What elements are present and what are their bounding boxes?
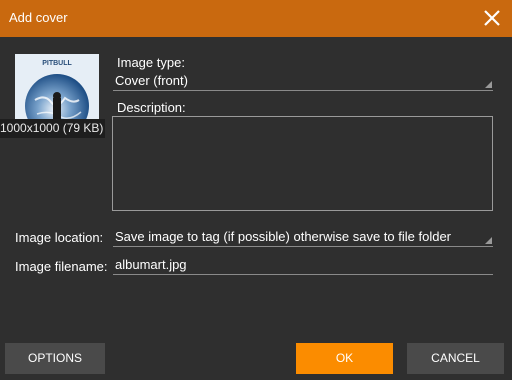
close-icon [484, 10, 500, 26]
description-textarea[interactable] [112, 116, 493, 211]
options-button[interactable]: OPTIONS [5, 343, 105, 374]
image-location-label: Image location: [15, 230, 104, 245]
dropdown-arrow-icon [485, 237, 492, 244]
image-filename-label: Image filename: [15, 259, 108, 274]
image-type-select[interactable]: Cover (front) [113, 71, 493, 91]
image-filename-value: albumart.jpg [115, 257, 187, 272]
cover-size-text: 1000x1000 (79 KB) [0, 121, 104, 135]
dropdown-arrow-icon [485, 81, 492, 88]
image-type-label: Image type: [117, 55, 185, 70]
image-location-select[interactable]: Save image to tag (if possible) otherwis… [113, 227, 493, 247]
dialog-title: Add cover [9, 10, 68, 25]
image-location-value: Save image to tag (if possible) otherwis… [115, 229, 452, 244]
image-type-value: Cover (front) [115, 73, 188, 88]
cancel-button[interactable]: CANCEL [407, 343, 504, 374]
album-title-text: PITBULL [42, 60, 72, 67]
cover-size-label: 1000x1000 (79 KB) [0, 119, 105, 138]
close-button[interactable] [480, 6, 504, 30]
ok-button[interactable]: OK [296, 343, 393, 374]
image-filename-input[interactable]: albumart.jpg [113, 256, 493, 275]
dialog-titlebar: Add cover [0, 0, 512, 37]
description-label: Description: [117, 100, 186, 115]
